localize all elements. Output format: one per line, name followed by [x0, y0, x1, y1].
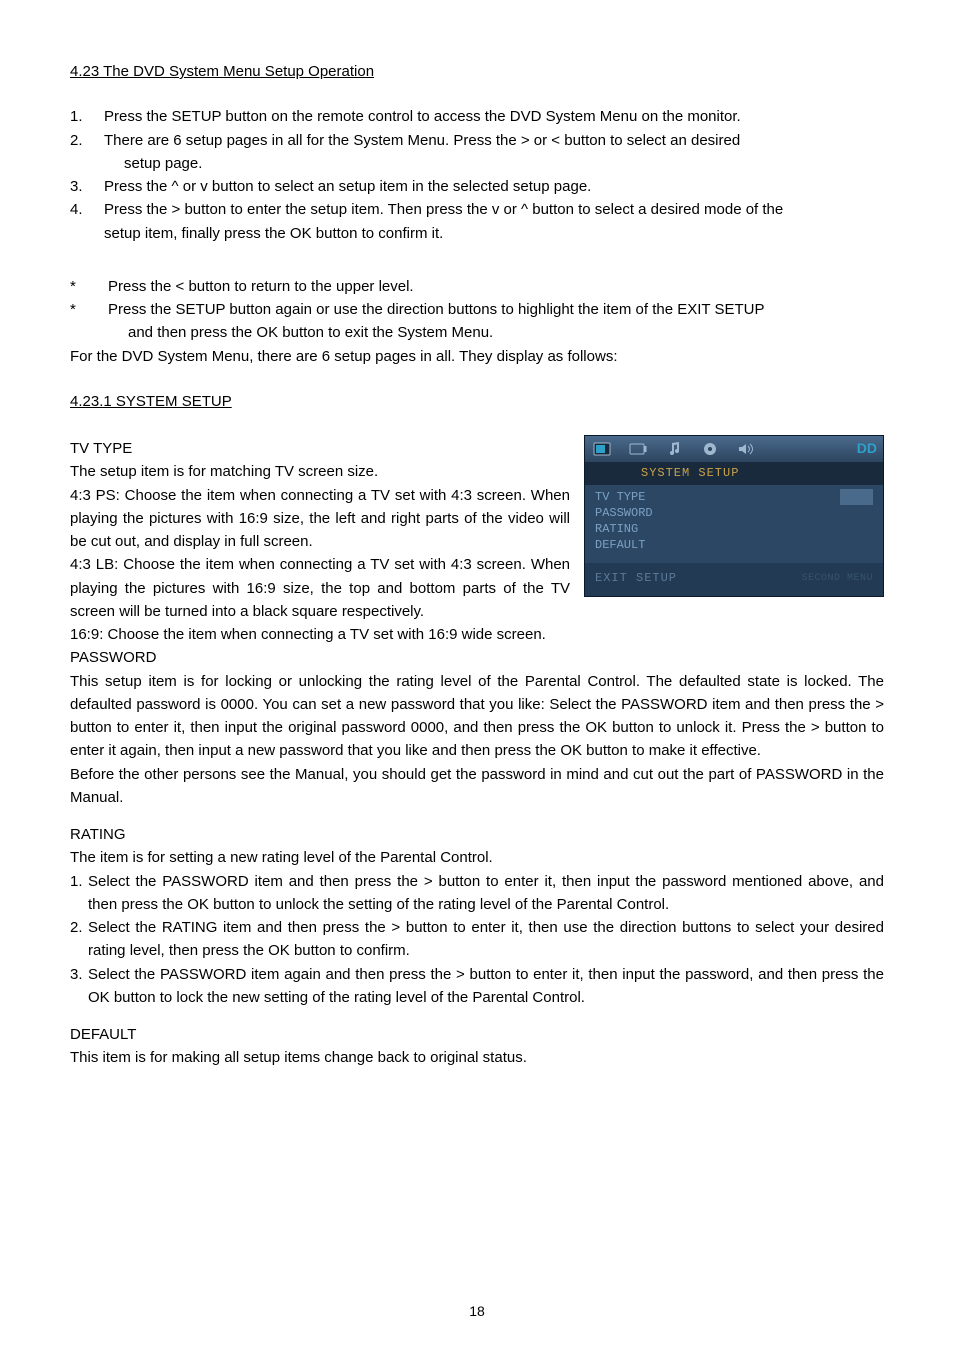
text-line: and then press the OK button to exit the…: [108, 321, 884, 344]
list-text: Press the ^ or v button to select an set…: [104, 175, 884, 198]
screen-icon: [627, 441, 649, 457]
list-text: Select the PASSWORD item and then press …: [88, 870, 884, 917]
exit-setup-label: EXIT SETUP: [595, 569, 677, 588]
asterisk: *: [70, 298, 108, 345]
password-body-1: This setup item is for locking or unlock…: [70, 670, 884, 763]
speaker-icon: [735, 441, 757, 457]
menu-items: TV TYPE PASSWORD RATING DEFAULT: [585, 485, 883, 564]
tv-icon: [591, 441, 613, 457]
list-number: 3.: [70, 175, 104, 198]
list-number: 3.: [70, 963, 88, 1010]
rating-step-2: 2. Select the RATING item and then press…: [70, 916, 884, 963]
list-text: Press the > button to enter the setup it…: [104, 198, 884, 245]
disc-icon: [699, 441, 721, 457]
dd-label: DD: [857, 438, 877, 460]
menu-item-label: TV TYPE: [595, 489, 645, 505]
subsection-heading-4-23-1: 4.23.1 SYSTEM SETUP: [70, 390, 884, 413]
rating-intro: The item is for setting a new rating lev…: [70, 846, 884, 869]
setup-steps-list: 1. Press the SETUP button on the remote …: [70, 105, 884, 245]
list-number: 2.: [70, 129, 104, 176]
step-2: 2. There are 6 setup pages in all for th…: [70, 129, 884, 176]
list-number: 1.: [70, 870, 88, 917]
tv-type-block: DD SYSTEM SETUP TV TYPE PASSWORD RATING …: [70, 431, 884, 623]
tv-type-169: 16:9: Choose the item when connecting a …: [70, 623, 884, 646]
list-text: Select the PASSWORD item again and then …: [88, 963, 884, 1010]
step-4: 4. Press the > button to enter the setup…: [70, 198, 884, 245]
menu-title: SYSTEM SETUP: [585, 462, 883, 485]
list-number: 4.: [70, 198, 104, 245]
note-text: Press the SETUP button again or use the …: [108, 298, 884, 345]
list-text: There are 6 setup pages in all for the S…: [104, 129, 884, 176]
page-number: 18: [0, 1301, 954, 1323]
rating-step-1: 1. Select the PASSWORD item and then pre…: [70, 870, 884, 917]
text-line: setup item, finally press the OK button …: [104, 222, 884, 245]
text-line: Press the > button to enter the setup it…: [104, 201, 783, 218]
second-menu-hint: SECOND MENU: [801, 571, 873, 587]
menu-item-rating: RATING: [595, 521, 873, 537]
default-body: This item is for making all setup items …: [70, 1046, 884, 1069]
rating-step-3: 3. Select the PASSWORD item again and th…: [70, 963, 884, 1010]
step-3: 3. Press the ^ or v button to select an …: [70, 175, 884, 198]
system-setup-menu: DD SYSTEM SETUP TV TYPE PASSWORD RATING …: [584, 435, 884, 597]
menu-footer: EXIT SETUP SECOND MENU: [585, 563, 883, 596]
section-heading-4-23: 4.23 The DVD System Menu Setup Operation: [70, 60, 884, 83]
menu-tabs: DD: [585, 436, 883, 462]
text-line: There are 6 setup pages in all for the S…: [104, 132, 740, 149]
list-text: Press the SETUP button on the remote con…: [104, 105, 884, 128]
default-title: DEFAULT: [70, 1023, 884, 1046]
note-1: * Press the < button to return to the up…: [70, 275, 884, 298]
step-1: 1. Press the SETUP button on the remote …: [70, 105, 884, 128]
system-setup-menu-figure: DD SYSTEM SETUP TV TYPE PASSWORD RATING …: [584, 435, 884, 597]
list-number: 2.: [70, 916, 88, 963]
password-body-2: Before the other persons see the Manual,…: [70, 763, 884, 810]
menu-item-password: PASSWORD: [595, 505, 873, 521]
menu-item-value: [840, 489, 873, 505]
text-line: Press the SETUP button again or use the …: [108, 301, 764, 318]
note-2: * Press the SETUP button again or use th…: [70, 298, 884, 345]
menu-item-default: DEFAULT: [595, 537, 873, 553]
list-number: 1.: [70, 105, 104, 128]
password-title: PASSWORD: [70, 646, 884, 669]
rating-title: RATING: [70, 823, 884, 846]
asterisk: *: [70, 275, 108, 298]
text-line: setup page.: [104, 152, 884, 175]
note-text: Press the < button to return to the uppe…: [108, 275, 884, 298]
list-text: Select the RATING item and then press th…: [88, 916, 884, 963]
menu-item-tv-type: TV TYPE: [595, 489, 873, 505]
music-note-icon: [663, 441, 685, 457]
follow-paragraph: For the DVD System Menu, there are 6 set…: [70, 345, 884, 368]
